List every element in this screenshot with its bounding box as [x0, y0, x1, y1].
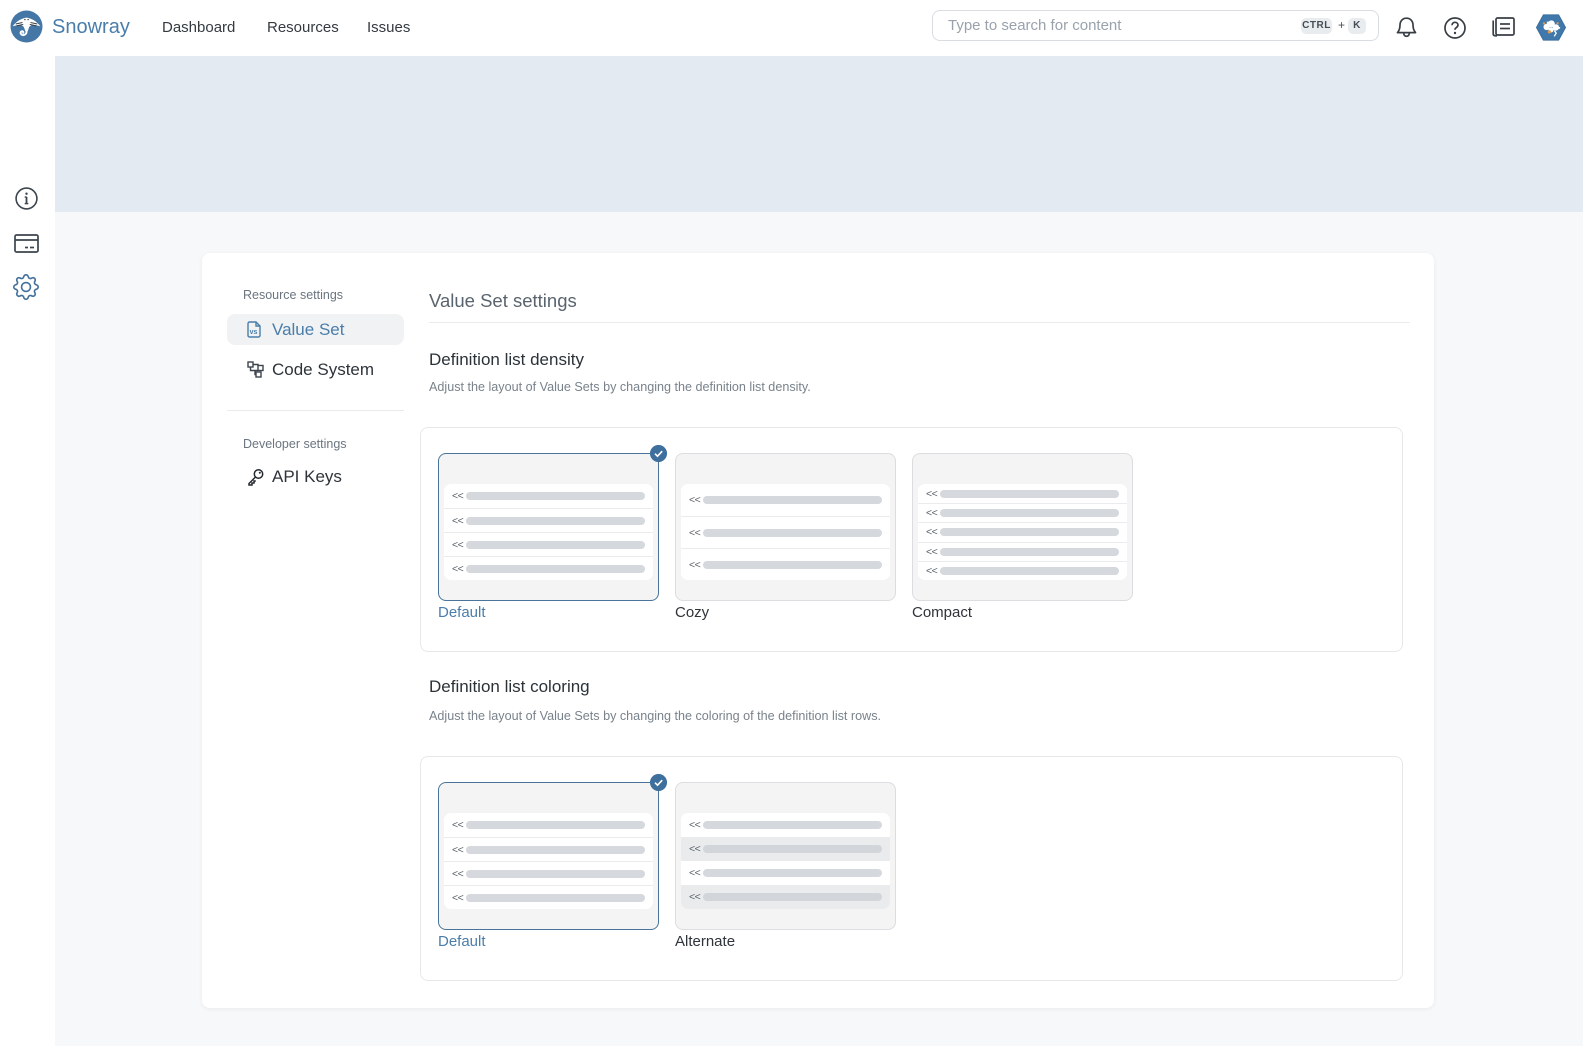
svg-text:vs: vs — [250, 329, 258, 336]
